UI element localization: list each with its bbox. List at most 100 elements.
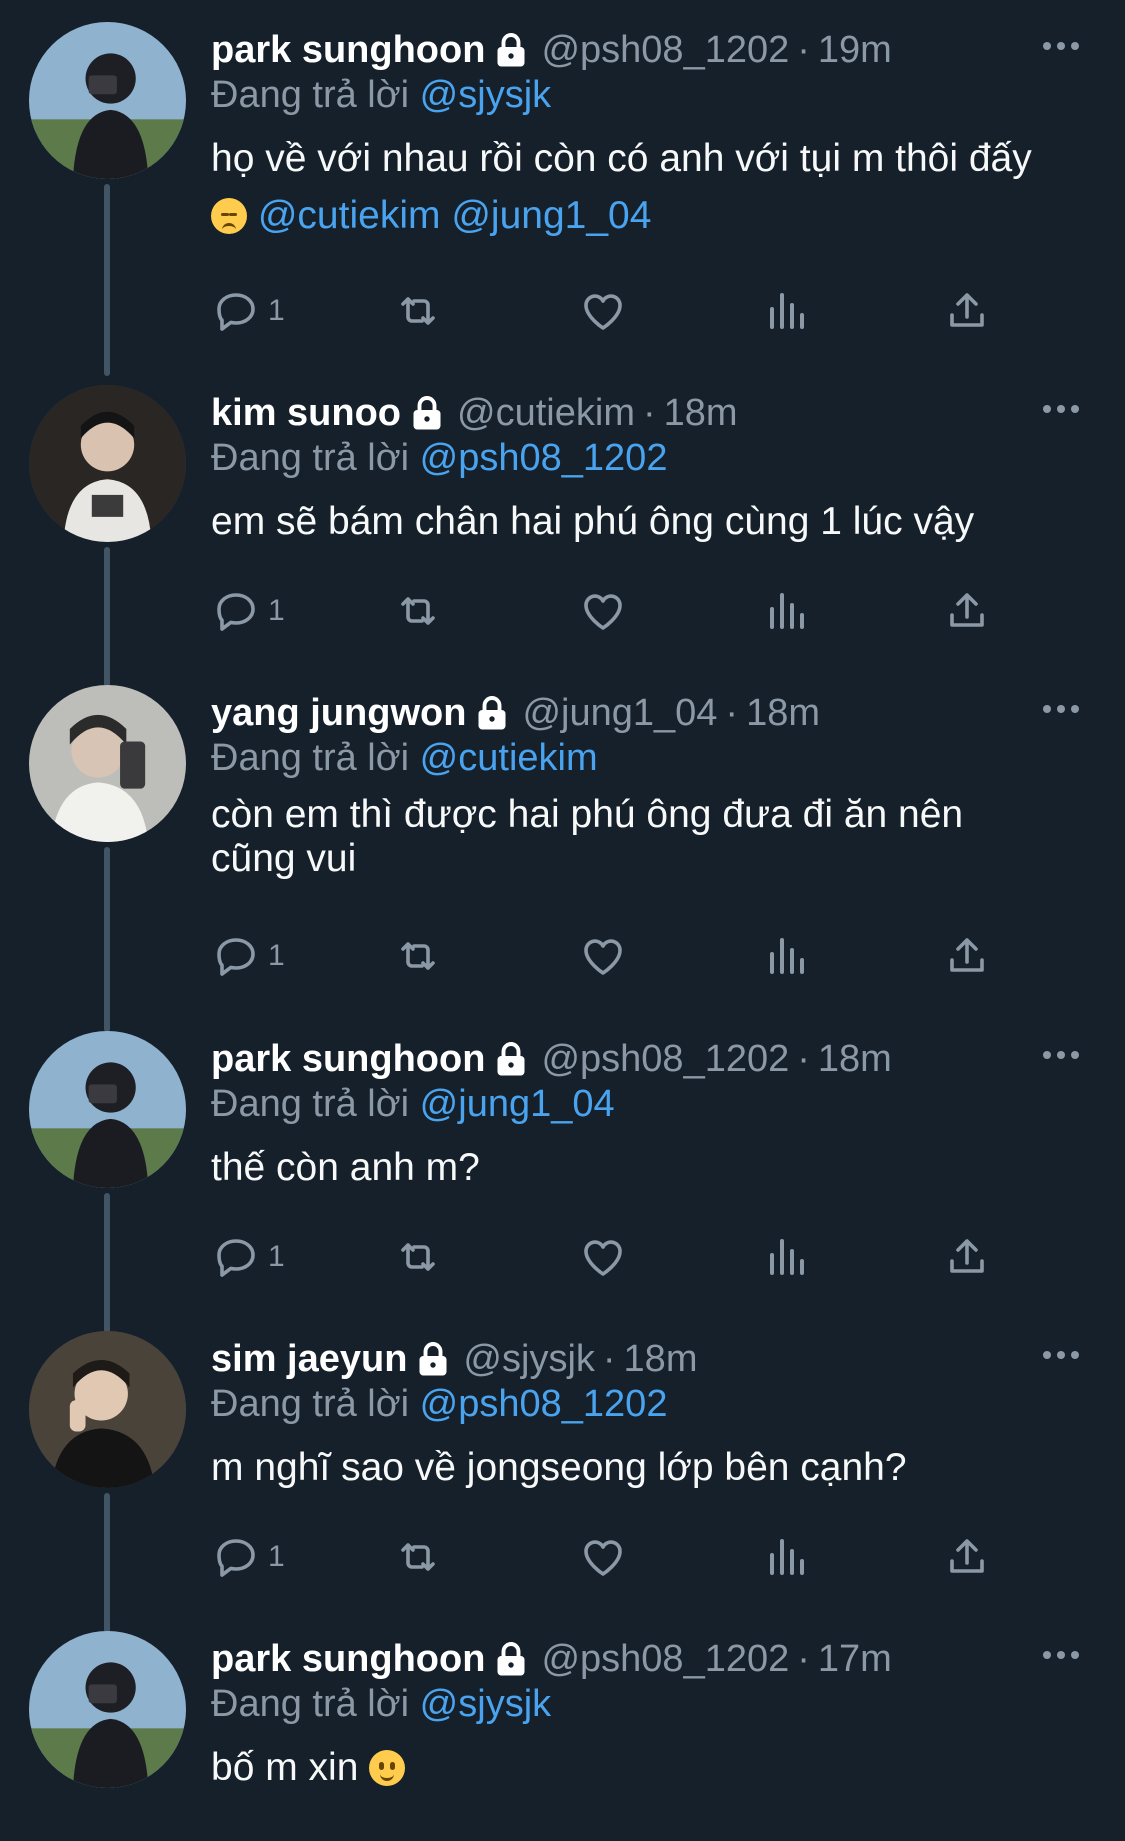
- avatar[interactable]: [29, 22, 186, 179]
- more-options-icon[interactable]: [1041, 1347, 1081, 1363]
- display-name[interactable]: park sunghoon: [211, 1638, 485, 1681]
- like-button[interactable]: [579, 1229, 627, 1285]
- timestamp[interactable]: 17m: [818, 1638, 892, 1681]
- reply-button[interactable]: 1: [212, 928, 285, 984]
- user-handle[interactable]: @psh08_1202: [541, 1638, 789, 1681]
- tweet-text: em sẽ bám chân hai phú ông cùng 1 lúc vậ…: [211, 493, 1091, 550]
- share-icon: [950, 938, 984, 972]
- more-options-icon[interactable]: [1041, 401, 1081, 417]
- replying-to: Đang trả lời @sjysjk: [211, 1683, 551, 1726]
- user-handle[interactable]: @psh08_1202: [541, 1038, 789, 1081]
- tweet-header: sim jaeyun @sjysjk · 18m: [211, 1335, 697, 1383]
- retweet-button[interactable]: [394, 583, 442, 639]
- like-button[interactable]: [579, 283, 627, 339]
- replying-to-label: Đang trả lời: [211, 1083, 410, 1125]
- share-button[interactable]: [943, 1229, 991, 1285]
- retweet-button[interactable]: [394, 928, 442, 984]
- share-button[interactable]: [943, 1529, 991, 1585]
- avatar[interactable]: [29, 1031, 186, 1188]
- tweet-actions: 1: [0, 1229, 1125, 1285]
- views-button[interactable]: [762, 283, 810, 339]
- views-button[interactable]: [762, 1229, 810, 1285]
- replying-to-mention[interactable]: @sjysjk: [420, 1683, 551, 1725]
- mention-link[interactable]: @cutiekim: [258, 194, 441, 237]
- replying-to-mention[interactable]: @psh08_1202: [420, 1383, 668, 1425]
- like-button[interactable]: [579, 928, 627, 984]
- retweet-icon: [401, 1543, 435, 1571]
- tweet-text: m nghĩ sao về jongseong lớp bên cạnh?: [211, 1439, 1091, 1496]
- views-button[interactable]: [762, 928, 810, 984]
- replying-to-mention[interactable]: @psh08_1202: [420, 437, 668, 479]
- reply-icon: [217, 593, 255, 631]
- user-handle[interactable]: @sjysjk: [463, 1338, 594, 1381]
- replying-to: Đang trả lời @cutiekim: [211, 737, 598, 780]
- heart-icon: [584, 939, 622, 975]
- timestamp[interactable]: 18m: [664, 392, 738, 435]
- tweet-text-content: bố m xin: [211, 1746, 359, 1789]
- pensive-face-emoji: [211, 198, 247, 234]
- retweet-button[interactable]: [394, 1229, 442, 1285]
- user-handle[interactable]: @cutiekim: [457, 392, 635, 435]
- reply-count: 1: [268, 294, 285, 327]
- separator-dot: ·: [797, 1037, 810, 1080]
- separator-dot: ·: [602, 1337, 616, 1380]
- avatar[interactable]: [29, 385, 186, 542]
- heart-icon: [584, 1540, 622, 1576]
- more-options-icon[interactable]: [1041, 1047, 1081, 1063]
- more-options-icon[interactable]: [1041, 1647, 1081, 1663]
- reply-button[interactable]: 1: [212, 583, 285, 639]
- more-options-icon[interactable]: [1041, 38, 1081, 54]
- heart-icon: [584, 294, 622, 330]
- display-name[interactable]: yang jungwon: [211, 692, 466, 735]
- timestamp[interactable]: 19m: [818, 29, 892, 72]
- replying-to-mention[interactable]: @sjysjk: [420, 74, 551, 116]
- like-button[interactable]: [579, 583, 627, 639]
- views-button[interactable]: [762, 583, 810, 639]
- display-name[interactable]: park sunghoon: [211, 29, 485, 72]
- more-options-icon[interactable]: [1041, 701, 1081, 717]
- display-name[interactable]: sim jaeyun: [211, 1338, 407, 1381]
- views-icon: [770, 593, 804, 629]
- share-icon: [950, 593, 984, 627]
- tweet-header: park sunghoon @psh08_1202 · 19m: [211, 26, 892, 74]
- retweet-button[interactable]: [394, 283, 442, 339]
- tweet-text: họ về với nhau rồi còn có anh với tụi m …: [211, 130, 1091, 244]
- retweet-button[interactable]: [394, 1529, 442, 1585]
- replying-to-mention[interactable]: @cutiekim: [420, 737, 598, 779]
- tweet-actions: 1: [0, 583, 1125, 639]
- tweet-text-line: m nghĩ sao về jongseong lớp bên cạnh?: [211, 1446, 907, 1489]
- replying-to-mention[interactable]: @jung1_04: [420, 1083, 615, 1125]
- lock-icon: [493, 32, 529, 68]
- reply-button[interactable]: 1: [212, 1229, 285, 1285]
- share-button[interactable]: [943, 928, 991, 984]
- timestamp[interactable]: 18m: [624, 1338, 698, 1381]
- avatar[interactable]: [29, 685, 186, 842]
- thread-connector-line: [104, 184, 110, 376]
- separator-dot: ·: [797, 1637, 810, 1680]
- mention-link[interactable]: @jung1_04: [451, 194, 651, 237]
- retweet-icon: [401, 942, 435, 970]
- reply-button[interactable]: 1: [212, 283, 285, 339]
- tweet-text-line: họ về với nhau rồi còn có anh với tụi m …: [211, 137, 1032, 180]
- user-handle[interactable]: @psh08_1202: [541, 29, 789, 72]
- like-button[interactable]: [579, 1529, 627, 1585]
- lock-icon: [493, 1641, 529, 1677]
- tweet-text: bố m xin: [211, 1739, 1091, 1796]
- lock-icon: [415, 1341, 451, 1377]
- share-button[interactable]: [943, 283, 991, 339]
- display-name[interactable]: park sunghoon: [211, 1038, 485, 1081]
- avatar[interactable]: [29, 1631, 186, 1788]
- avatar[interactable]: [29, 1331, 186, 1488]
- lock-icon: [493, 1041, 529, 1077]
- user-handle[interactable]: @jung1_04: [522, 692, 717, 735]
- tweet-actions: 1: [0, 928, 1125, 984]
- display-name[interactable]: kim sunoo: [211, 392, 401, 435]
- timestamp[interactable]: 18m: [818, 1038, 892, 1081]
- timestamp[interactable]: 18m: [746, 692, 820, 735]
- replying-to-label: Đang trả lời: [211, 1683, 410, 1725]
- reply-button[interactable]: 1: [212, 1529, 285, 1585]
- replying-to-label: Đang trả lời: [211, 437, 410, 479]
- views-button[interactable]: [762, 1529, 810, 1585]
- share-button[interactable]: [943, 583, 991, 639]
- replying-to: Đang trả lời @jung1_04: [211, 1083, 615, 1126]
